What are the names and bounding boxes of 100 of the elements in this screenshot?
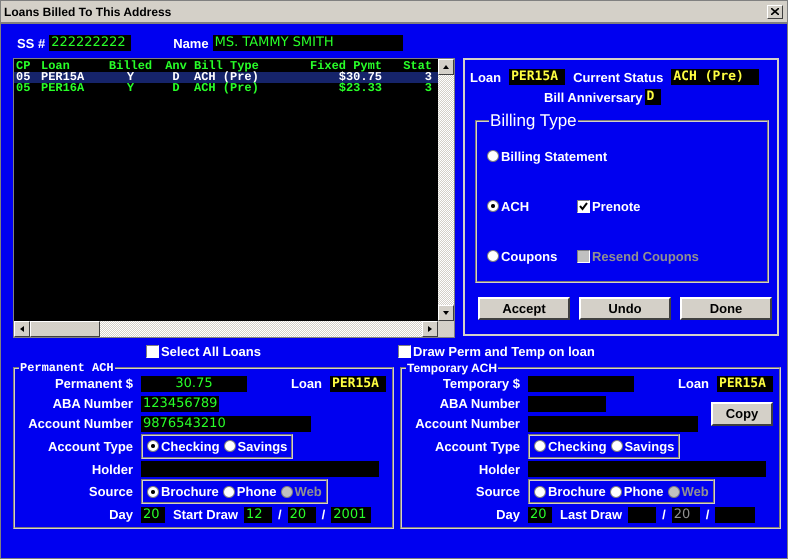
scrollbar-corner [438,321,454,337]
holder-field[interactable] [141,461,379,477]
checkbox[interactable] [398,344,411,358]
radio-button[interactable] [487,200,499,212]
column-header: Stat [402,61,432,72]
option-label: Phone [624,484,664,500]
loan-row[interactable]: 05 PER16A Y D ACH (Pre) $23.33 3 [14,83,438,94]
field-label: Loan [470,70,502,84]
loan-field[interactable]: PER15A [509,69,566,85]
radio-button[interactable] [224,440,236,452]
check-icon [579,202,588,210]
option-label: Checking [548,438,607,454]
date-separator: / [706,507,710,522]
field-label: Loan [678,376,709,391]
date-field[interactable]: 20 [288,506,316,522]
option-label: Checking [161,438,220,454]
option-label: Brochure [161,484,219,500]
field-label: Account Number [414,416,520,431]
field-label: Source [88,484,133,500]
option-label: Savings [624,438,674,454]
column-header: Loan [41,61,70,72]
field-label: Temporary $ [442,376,520,391]
date-field[interactable]: 12 [244,506,272,522]
field-label: Day [495,507,520,522]
close-icon [771,8,779,15]
amount-field[interactable]: 30.75 [141,376,247,392]
radio-button[interactable] [487,250,499,262]
radio-button[interactable] [487,150,499,162]
day-field[interactable]: 20 [528,506,552,522]
name-field[interactable]: MS. TAMMY SMITH [212,35,403,51]
column-header: Fixed Pymt [308,61,382,72]
radio-button[interactable] [222,486,235,498]
group-title: Permanent ACH [19,361,115,375]
account-number-field[interactable]: 9876543210 [141,416,311,432]
option-label: Prenote [592,198,640,214]
radio-button[interactable] [534,486,546,498]
field-label: Last Draw [560,507,622,522]
copy-button[interactable]: Copy [711,402,773,426]
horizontal-scrollbar[interactable] [14,321,438,337]
column-header: Billed [108,61,154,72]
field-label: Holder [478,462,520,476]
radio-button[interactable] [534,440,546,452]
aba-number-field[interactable] [528,396,606,412]
field-label: SS # [17,36,46,50]
account-number-field[interactable] [528,416,698,432]
loan-row[interactable]: 05 PER15A Y D ACH (Pre) $30.75 3 [14,72,438,83]
date-separator: / [322,507,326,522]
date-field[interactable] [715,506,756,522]
field-label: Current Status [573,70,664,84]
amount-field[interactable] [528,376,634,392]
scrollbar-thumb[interactable] [30,321,100,337]
option-label: Web [294,484,322,500]
holder-field[interactable] [528,461,766,477]
action-button[interactable]: Undo [579,297,671,320]
radio-button[interactable] [147,486,159,498]
field-label: Bill Anniversary [544,90,643,104]
ss-field[interactable]: 222222222 [49,35,132,51]
anniversary-field[interactable]: D [644,89,661,105]
aba-number-field[interactable]: 123456789 [141,396,219,412]
field-label: Holder [90,462,133,476]
option-label: Coupons [501,248,558,264]
radio-button[interactable] [610,486,622,498]
option-label: Phone [236,484,277,500]
vertical-scrollbar[interactable] [438,59,454,321]
field-label: Name [173,36,209,50]
field-label: Account Number [27,416,133,431]
option-label: Draw Perm and Temp on loan [413,344,595,358]
arrow-icon [18,325,26,333]
option-label: Brochure [548,484,606,500]
action-button[interactable]: Done [680,297,772,320]
checkbox[interactable] [577,200,590,212]
loan-field[interactable]: PER15A [717,376,773,392]
date-field[interactable]: 2001 [331,506,372,522]
field-label: Account Type [434,438,520,454]
arrow-icon [442,63,450,71]
day-field[interactable]: 20 [141,506,165,522]
radio-button[interactable] [610,440,623,452]
field-label: Start Draw [173,507,238,522]
date-separator: / [662,507,666,522]
field-label: Loan [290,376,322,391]
loan-list[interactable]: CP Loan Billed Anv Bill Type Fixed Pymt Stat 05 PER15A Y D ACH (Pre) $30.75 3 05 PER16A Y D ACH (Pre) $23.33 3 [13,58,455,338]
option-label: Resend Coupons [592,248,699,264]
action-button[interactable]: Accept [478,297,570,320]
date-field[interactable] [628,506,656,522]
loan-field[interactable]: PER15A [330,376,386,392]
checkbox[interactable] [146,344,159,358]
field-label: Source [474,484,520,500]
close-button[interactable] [767,4,783,18]
option-label: ACH [501,198,530,214]
group-title: Billing Type [489,111,578,131]
column-header: Anv [164,61,188,72]
option-label: Select All Loans [161,344,261,358]
field-label: ABA Number [438,396,520,411]
status-field[interactable]: ACH (Pre) [671,69,760,85]
field-label: Day [108,507,133,522]
column-header: CP [16,61,32,72]
option-label: Savings [238,438,288,454]
radio-button[interactable] [147,440,159,452]
field-label: Account Type [47,438,133,454]
date-separator: / [278,507,282,522]
